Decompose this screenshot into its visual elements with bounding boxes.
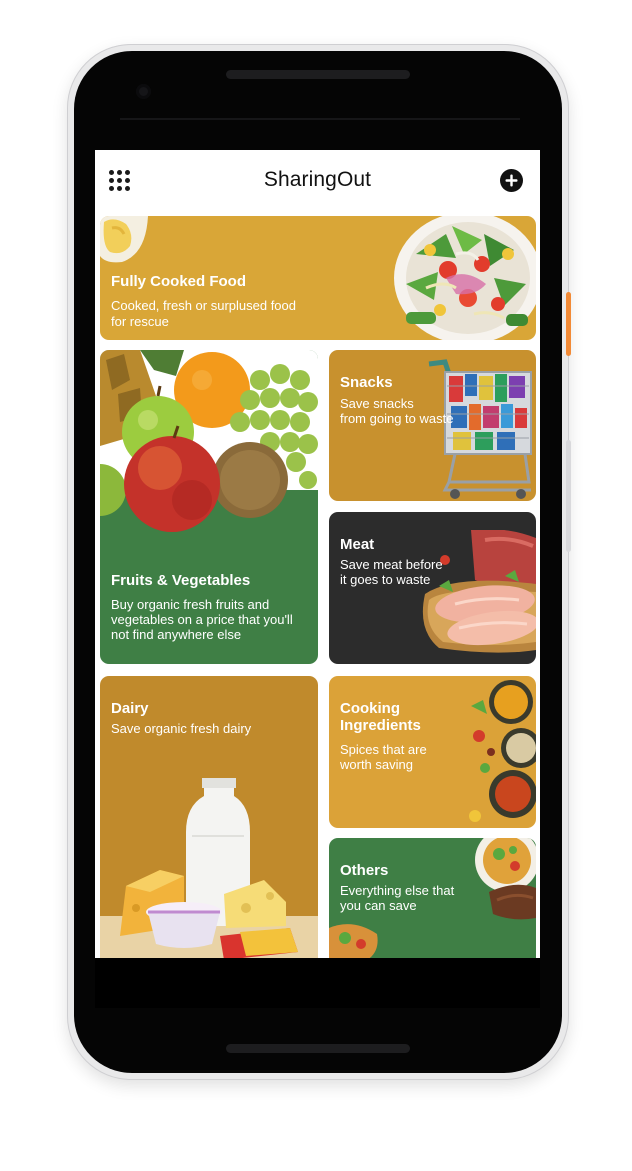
navigation-bar — [95, 958, 540, 1008]
top-speaker — [226, 70, 410, 79]
bottom-speaker — [226, 1044, 410, 1053]
plus-icon — [505, 174, 518, 187]
card-subtitle: Save organic fresh dairy — [111, 721, 252, 736]
card-subtitle: Cooked, fresh or surplused food — [111, 298, 296, 313]
category-card-snacks[interactable]: Snacks Save snacks from going to waste — [329, 350, 536, 501]
card-subtitle: for rescue — [111, 314, 169, 329]
add-button[interactable] — [500, 169, 523, 192]
card-subtitle: from going to waste — [340, 411, 454, 426]
spice-bowls-image — [469, 680, 536, 822]
card-title: Ingredients — [340, 717, 421, 734]
card-subtitle: not find anywhere else — [111, 627, 242, 642]
card-title: Others — [340, 862, 389, 879]
card-subtitle: it goes to waste — [340, 572, 431, 587]
small-bowl-image — [100, 216, 148, 263]
app-title: SharingOut — [263, 168, 372, 191]
card-title: Fully Cooked Food — [111, 273, 246, 290]
volume-button — [566, 440, 571, 552]
card-title: Cooking — [340, 700, 400, 717]
app-screen: SharingOut Fully Cooked Food Cooked, fre… — [95, 150, 540, 958]
app-bar: SharingOut — [95, 150, 540, 212]
category-card-others[interactable]: Others Everything else that you can save — [329, 838, 536, 958]
card-subtitle: you can save — [340, 898, 417, 913]
card-subtitle: worth saving — [340, 757, 413, 772]
card-subtitle: Everything else that — [340, 883, 455, 898]
card-subtitle: vegetables on a price that you'll — [111, 612, 293, 627]
card-subtitle: Save snacks — [340, 396, 414, 411]
category-card-fruits-vegetables[interactable]: Fruits & Vegetables Buy organic fresh fr… — [100, 350, 318, 664]
fruit-assortment-image — [100, 350, 318, 532]
card-title: Dairy — [111, 700, 149, 717]
device-mockup: SharingOut Fully Cooked Food Cooked, fre… — [0, 0, 632, 1171]
card-title: Fruits & Vegetables — [111, 572, 251, 589]
card-title: Meat — [340, 536, 375, 553]
category-card-cooking-ingredients[interactable]: Cooking Ingredients Spices that are wort… — [329, 676, 536, 828]
salad-bowl-image — [394, 216, 536, 340]
category-card-dairy[interactable]: Dairy Save organic fresh dairy — [100, 676, 318, 958]
status-bar — [120, 118, 520, 120]
category-card-meat[interactable]: Meat Save meat before it goes to waste — [329, 512, 536, 664]
card-subtitle: Buy organic fresh fruits and — [111, 597, 270, 612]
raw-meat-board-image — [422, 530, 536, 653]
front-camera — [136, 84, 151, 99]
category-card-cooked-food[interactable]: Fully Cooked Food Cooked, fresh or surpl… — [100, 216, 536, 340]
card-subtitle: Save meat before — [340, 557, 443, 572]
shopping-cart-image — [428, 359, 532, 499]
milk-cheese-image — [100, 778, 318, 958]
power-button — [566, 292, 571, 356]
card-title: Snacks — [340, 374, 393, 391]
card-subtitle: Spices that are — [340, 742, 427, 757]
